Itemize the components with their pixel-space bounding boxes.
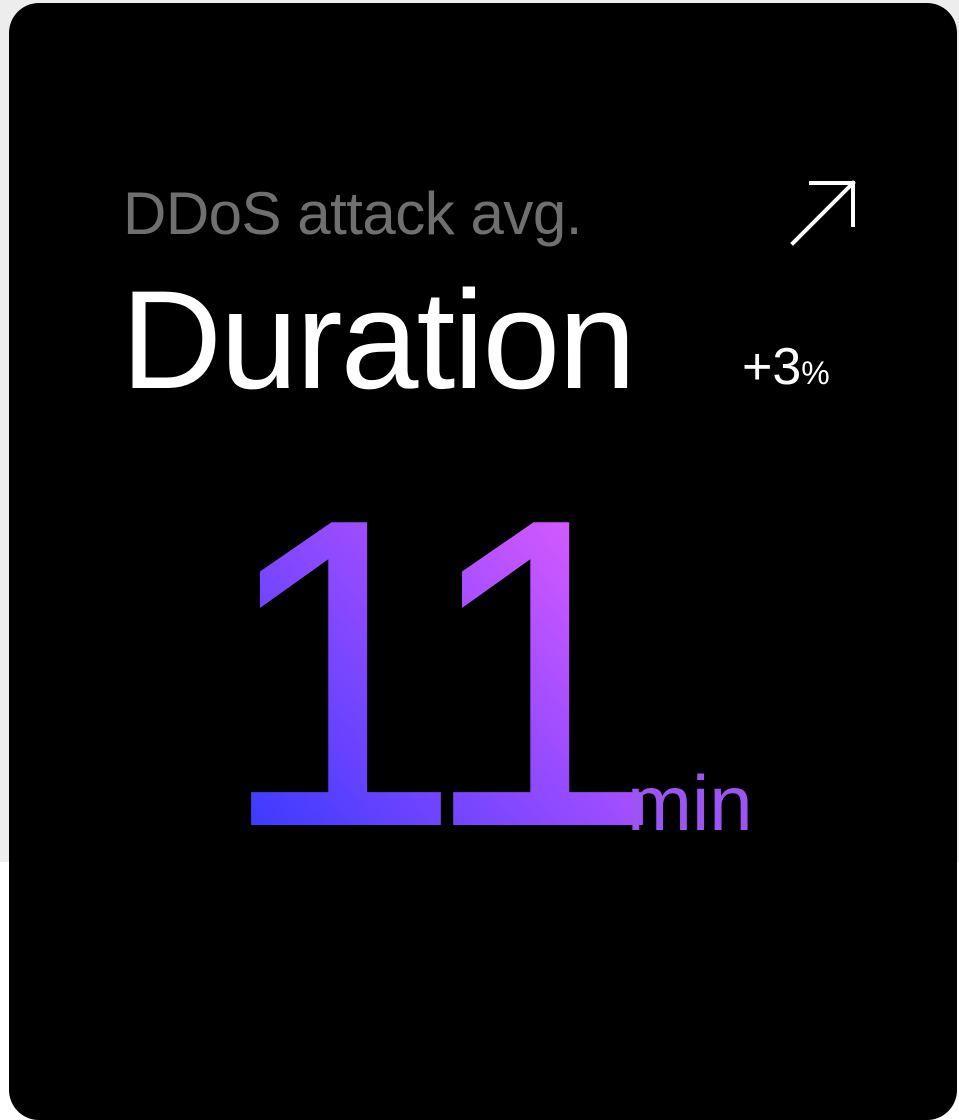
ddos-duration-card: DDoS attack avg. Duration +3% 11 min: [9, 3, 957, 1120]
metric-value-text: 11: [218, 428, 655, 919]
change-badge: +3%: [742, 337, 830, 403]
metric-unit: min: [627, 759, 753, 847]
arrow-up-right-icon: [790, 180, 856, 246]
change-value: +3: [742, 338, 802, 396]
metric-value: 11: [218, 428, 665, 919]
card-title: Duration: [121, 261, 636, 418]
change-unit: %: [801, 355, 830, 391]
open-details-button[interactable]: [783, 175, 863, 255]
metric-value-graphic: 11: [218, 428, 665, 919]
card-subtitle: DDoS attack avg.: [123, 180, 582, 247]
